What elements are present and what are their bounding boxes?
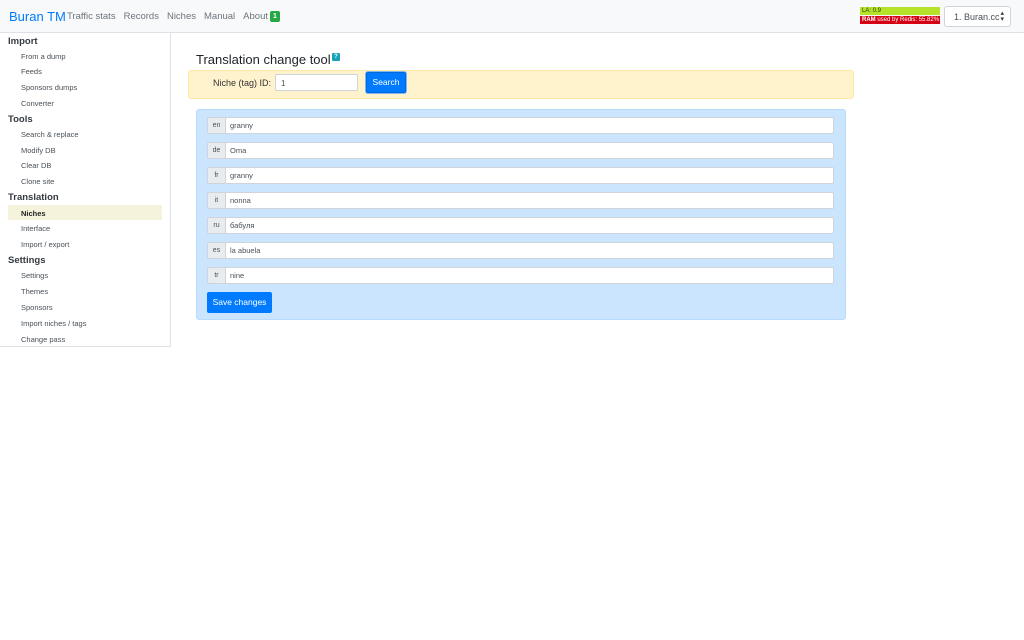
select-caret-icon: ▴ ▾ — [1000, 10, 1004, 23]
lang-code-label: ru — [207, 217, 226, 234]
nav-link-niches[interactable]: Niches — [167, 11, 196, 22]
sidebar-item-from-a-dump[interactable]: From a dump — [8, 48, 162, 63]
translation-input-de[interactable]: Oma — [225, 142, 834, 159]
lang-code-label: tr — [207, 267, 226, 284]
ram-usage-text: used by Redis: 55.82% — [875, 17, 940, 23]
sidebar-item-change-pass[interactable]: Change pass — [8, 331, 162, 346]
lang-code-label: it — [207, 192, 226, 209]
sidebar-item-modify-db[interactable]: Modify DB — [8, 142, 162, 157]
translation-row-en: en granny — [207, 117, 834, 134]
search-button[interactable]: Search — [366, 72, 406, 93]
nav-link-traffic-stats[interactable]: Traffic stats — [67, 11, 116, 22]
sidebar-group-tools: Tools — [8, 114, 33, 125]
translation-row-es: es la abuela — [207, 242, 834, 259]
sidebar-item-themes[interactable]: Themes — [8, 283, 162, 298]
translation-row-de: de Oma — [207, 142, 834, 159]
help-icon[interactable]: ? — [332, 53, 340, 61]
translation-input-es[interactable]: la abuela — [225, 242, 834, 259]
sidebar-group-import: Import — [8, 36, 38, 47]
translation-input-en[interactable]: granny — [225, 117, 834, 134]
nav-link-manual[interactable]: Manual — [204, 11, 235, 22]
translation-input-fr[interactable]: granny — [225, 167, 834, 184]
translation-input-it[interactable]: nonna — [225, 192, 834, 209]
page-title: Translation change tool — [196, 52, 331, 67]
sidebar-item-sponsors-dumps[interactable]: Sponsors dumps — [8, 79, 162, 94]
niche-id-input[interactable]: 1 — [275, 74, 358, 91]
lang-code-label: fr — [207, 167, 226, 184]
save-changes-button[interactable]: Save changes — [207, 292, 272, 313]
sidebar-item-niches[interactable]: Niches — [8, 205, 162, 220]
top-navbar: Buran TM Traffic stats Records Niches Ma… — [0, 0, 1024, 33]
translation-row-tr: tr nine — [207, 267, 834, 284]
translation-row-it: it nonna — [207, 192, 834, 209]
ram-usage-bar: RAM used by Redis: 55.82% — [860, 16, 940, 24]
lang-code-label: es — [207, 242, 226, 259]
nav-link-about[interactable]: About 1 — [243, 11, 280, 22]
nav-link-records[interactable]: Records — [124, 11, 159, 22]
site-select-value: 1. Buran.cc — [954, 12, 1000, 22]
sidebar-item-interface[interactable]: Interface — [8, 220, 162, 235]
about-badge: 1 — [270, 11, 280, 22]
translation-input-tr[interactable]: nine — [225, 267, 834, 284]
sidebar-item-feeds[interactable]: Feeds — [8, 63, 162, 78]
ram-label: RAM — [862, 17, 876, 23]
sidebar-group-settings: Settings — [8, 255, 46, 266]
sidebar-item-import-export[interactable]: Import / export — [8, 236, 162, 251]
sidebar-item-import-niches-tags[interactable]: Import niches / tags — [8, 315, 162, 330]
sidebar-item-search-replace[interactable]: Search & replace — [8, 126, 162, 141]
translation-row-fr: fr granny — [207, 167, 834, 184]
sidebar-item-clone-site[interactable]: Clone site — [8, 173, 162, 188]
brand-link[interactable]: Buran TM — [9, 9, 66, 24]
translation-input-ru[interactable]: бабуля — [225, 217, 834, 234]
load-average-bar: LA: 0.9 — [860, 7, 940, 15]
translation-row-ru: ru бабуля — [207, 217, 834, 234]
site-select[interactable]: 1. Buran.cc ▴ ▾ — [944, 6, 1011, 27]
sidebar-item-sponsors[interactable]: Sponsors — [8, 299, 162, 314]
sidebar-group-translation: Translation — [8, 192, 59, 203]
nav-links: Traffic stats Records Niches Manual Abou… — [67, 11, 280, 22]
translations-panel — [196, 109, 846, 320]
lang-code-label: de — [207, 142, 226, 159]
niche-id-label: Niche (tag) ID: — [213, 78, 272, 88]
server-stats: LA: 0.9 RAM used by Redis: 55.82% — [860, 7, 940, 24]
sidebar-item-settings[interactable]: Settings — [8, 267, 162, 282]
sidebar-item-converter[interactable]: Converter — [8, 95, 162, 110]
sidebar-item-clear-db[interactable]: Clear DB — [8, 157, 162, 172]
lang-code-label: en — [207, 117, 226, 134]
nav-link-about-label: About — [243, 11, 268, 22]
